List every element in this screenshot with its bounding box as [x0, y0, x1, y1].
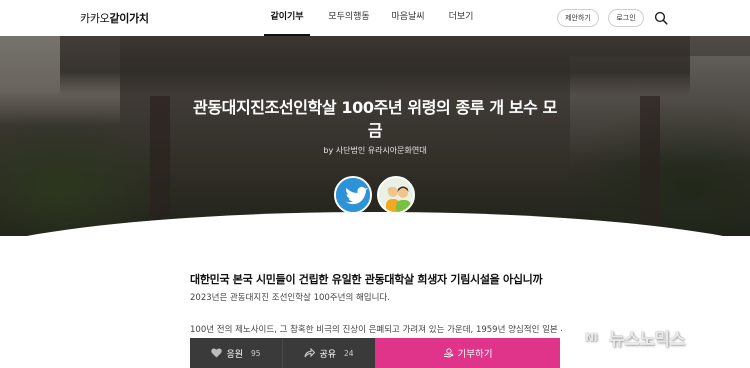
top-header: 카카오같이가치 같이기부 모두의행동 마음날씨 더보기 제안하기 로그인	[0, 0, 750, 36]
watermark: NI 뉴스노믹스	[577, 322, 735, 352]
logo-bold: 같이가치	[109, 12, 149, 25]
donate-hand-icon	[443, 348, 454, 358]
content-paragraph-2: 100년 전의 제노사이드, 그 참혹한 비극의 진상이 은폐되고 가려져 있는…	[190, 325, 562, 335]
action-bar: 응원 95 공유 24 기부하기	[190, 338, 560, 368]
campaign-title: 관동대지진조선인학살 100주년 위령의 종루 개 보수 모금	[193, 98, 557, 140]
hero-banner: 관동대지진조선인학살 100주년 위령의 종루 개 보수 모금 by 사단법인 …	[0, 36, 750, 236]
donate-button[interactable]: 기부하기	[375, 338, 560, 368]
cheer-count: 95	[251, 348, 261, 358]
logo-prefix: 카카오	[80, 12, 110, 25]
kakao-logo[interactable]: 카카오같이가치	[80, 10, 149, 26]
watermark-text: 뉴스노믹스	[609, 329, 685, 350]
organizer-avatar-bird[interactable]	[334, 176, 372, 214]
propose-button[interactable]: 제안하기	[557, 9, 599, 27]
nav-item-more[interactable]: 더보기	[444, 0, 478, 36]
heart-icon	[211, 348, 223, 358]
content-paragraph-1: 2023년은 관동대지진 조선인학살 100주년의 해입니다.	[190, 293, 390, 303]
donate-label: 기부하기	[457, 349, 493, 360]
watermark-box: NI	[577, 326, 605, 348]
nav-item-mind-weather[interactable]: 마음날씨	[388, 0, 428, 36]
cheer-button[interactable]: 응원 95	[190, 338, 282, 368]
organizer-avatar-people[interactable]	[377, 176, 415, 214]
nav-item-donate-together[interactable]: 같이기부	[264, 0, 310, 36]
share-arrow-icon	[304, 348, 316, 358]
nav-item-everyones-action[interactable]: 모두의행동	[324, 0, 374, 36]
share-count: 24	[344, 348, 354, 358]
search-icon[interactable]	[654, 11, 668, 25]
cheer-label: 응원	[226, 349, 243, 360]
campaign-organizer: by 사단법인 유라시아문화연대	[323, 146, 427, 155]
share-label: 공유	[319, 349, 336, 360]
login-button[interactable]: 로그인	[608, 9, 644, 27]
share-button[interactable]: 공유 24	[282, 338, 375, 368]
content-lead: 대한민국 본국 시민들이 건립한 유일한 관동대학살 희생자 기림시설을 아십니…	[190, 273, 543, 286]
